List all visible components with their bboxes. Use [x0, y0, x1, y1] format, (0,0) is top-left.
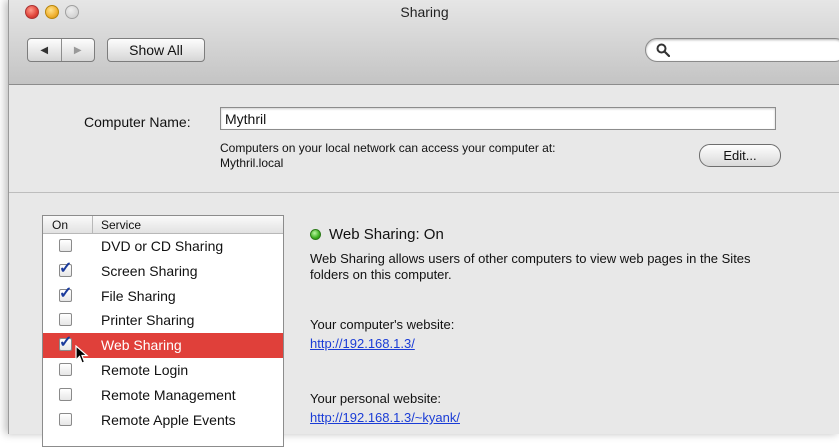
- service-row-dvd-cd-sharing[interactable]: DVD or CD Sharing: [43, 234, 283, 259]
- service-label: Remote Apple Events: [101, 411, 236, 428]
- checkmark-icon: ✓: [59, 259, 73, 277]
- service-label: File Sharing: [101, 287, 176, 304]
- edit-button[interactable]: Edit...: [699, 144, 781, 167]
- show-all-button[interactable]: Show All: [107, 38, 205, 62]
- back-button[interactable]: ◀: [28, 39, 61, 61]
- service-row-web-sharing[interactable]: ✓ Web Sharing: [43, 333, 283, 364]
- service-label: Printer Sharing: [101, 312, 195, 329]
- forward-arrow-icon: ▶: [73, 44, 82, 56]
- title-toolbar: Sharing ◀ ▶ Show All: [9, 0, 839, 85]
- back-arrow-icon: ◀: [40, 44, 49, 56]
- description-line-1: Computers on your local network can acce…: [220, 141, 556, 155]
- checkbox[interactable]: ✓: [59, 259, 73, 277]
- service-label: Web Sharing: [101, 337, 182, 354]
- magnifier-icon: [656, 43, 670, 57]
- service-label: DVD or CD Sharing: [101, 238, 224, 254]
- checkbox[interactable]: [59, 387, 72, 401]
- status-indicator-icon: [310, 229, 321, 240]
- computer-name-field[interactable]: Mythril: [220, 107, 776, 130]
- service-status-title: Web Sharing: On: [329, 226, 444, 243]
- personal-website-label: Your personal website:: [310, 391, 442, 406]
- computer-name-label: Computer Name:: [84, 114, 191, 130]
- service-label: Remote Management: [101, 386, 236, 403]
- checkbox[interactable]: ✓: [59, 284, 73, 302]
- checkbox[interactable]: [59, 313, 72, 327]
- services-section: On Service DVD or CD Sharing ✓ Screen Sh…: [9, 193, 839, 447]
- window-title: Sharing: [400, 4, 449, 20]
- search-input[interactable]: [645, 38, 839, 62]
- checkbox[interactable]: [59, 239, 72, 252]
- service-row-file-sharing[interactable]: ✓ File Sharing: [43, 284, 283, 309]
- checkbox[interactable]: [59, 362, 72, 376]
- service-row-remote-login[interactable]: Remote Login: [43, 358, 283, 383]
- forward-button[interactable]: ▶: [60, 39, 95, 61]
- column-header-service[interactable]: Service: [101, 218, 141, 232]
- local-hostname: Mythril.local: [220, 156, 284, 170]
- service-row-screen-sharing[interactable]: ✓ Screen Sharing: [43, 259, 283, 284]
- checkmark-icon: ✓: [59, 284, 73, 302]
- personal-website-link[interactable]: http://192.168.1.3/~kyank/: [310, 410, 460, 425]
- computer-name-section: Computer Name: Mythril Computers on your…: [9, 85, 839, 193]
- computer-website-label: Your computer's website:: [310, 317, 455, 332]
- service-description: Web Sharing allows users of other comput…: [310, 251, 751, 282]
- service-list[interactable]: On Service DVD or CD Sharing ✓ Screen Sh…: [42, 215, 284, 447]
- service-row-remote-management[interactable]: Remote Management: [43, 383, 283, 408]
- service-list-header: On Service: [43, 216, 283, 234]
- sharing-window: Sharing ◀ ▶ Show All Computer Name: Myth…: [8, 0, 839, 447]
- checkbox[interactable]: ✓: [59, 334, 73, 352]
- checkbox[interactable]: [59, 412, 72, 426]
- service-row-printer-sharing[interactable]: Printer Sharing: [43, 308, 283, 333]
- computer-name-description: Computers on your local network can acce…: [220, 141, 555, 171]
- service-label: Screen Sharing: [101, 262, 198, 279]
- back-forward-control: ◀ ▶: [27, 38, 95, 62]
- column-header-on[interactable]: On: [52, 218, 68, 232]
- service-label: Remote Login: [101, 361, 189, 378]
- service-row-remote-apple-events[interactable]: Remote Apple Events: [43, 408, 283, 433]
- checkmark-icon: ✓: [59, 334, 73, 352]
- computer-website-link[interactable]: http://192.168.1.3/: [310, 336, 415, 351]
